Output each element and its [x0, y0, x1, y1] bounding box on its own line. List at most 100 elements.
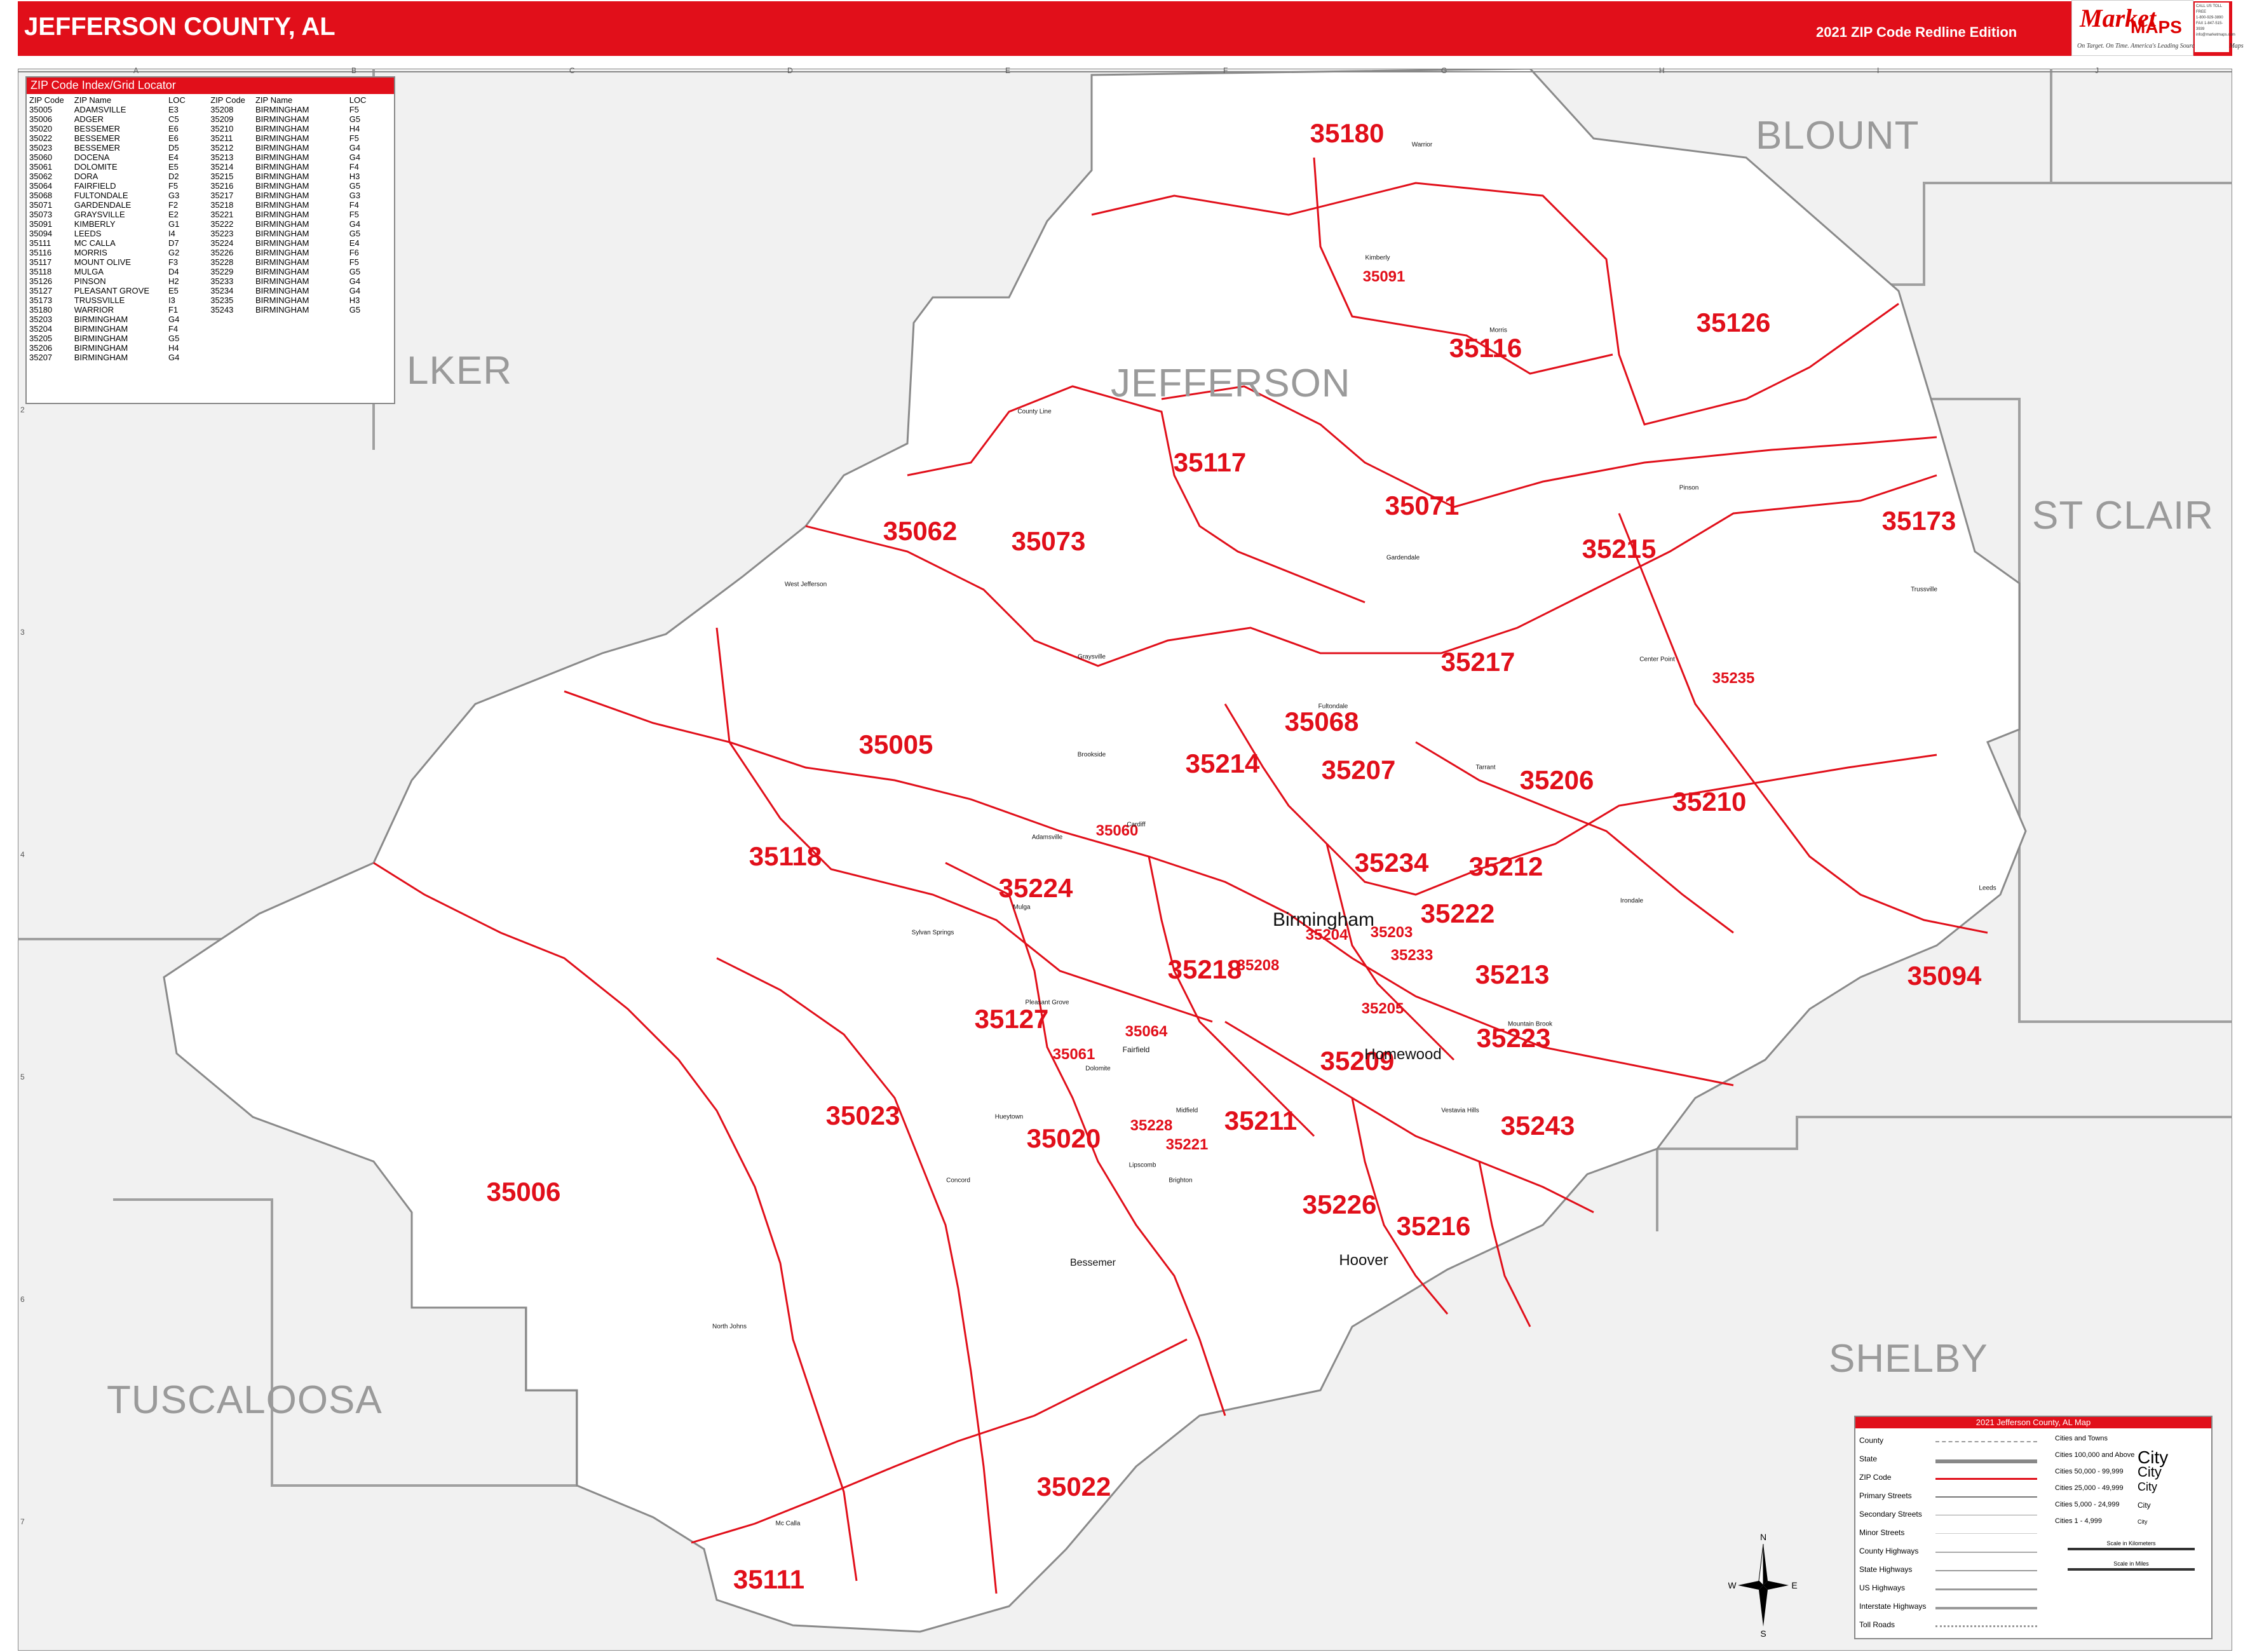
zip-label: 35205	[1361, 1000, 1404, 1017]
county-label-jefferson: JEFFERSON	[1111, 362, 1351, 405]
city-label: Pleasant Grove	[1025, 999, 1069, 1006]
zip-label: 35005	[858, 729, 933, 759]
zip-index-cell: 35061	[29, 162, 53, 172]
legend-swatch	[1935, 1459, 2037, 1463]
legend-city-classes: Cities and Towns Cities 100,000 and Abov…	[2055, 1431, 2207, 1571]
zip-label: 35126	[1696, 308, 1771, 337]
zip-index-cell: F4	[349, 162, 359, 172]
zip-index-cell: D7	[168, 238, 179, 248]
zip-index-cell: BIRMINGHAM	[255, 248, 309, 257]
grid-row-label: 6	[20, 1295, 25, 1304]
zip-label: 35061	[1052, 1046, 1095, 1063]
zip-index-cell: 35203	[29, 315, 53, 324]
col-header: LOC	[349, 95, 367, 105]
zip-index-cell: BIRMINGHAM	[255, 124, 309, 133]
zip-index-cell: 35094	[29, 229, 53, 238]
zip-index-cell: F5	[349, 133, 359, 143]
zip-index-cell: F1	[168, 305, 179, 315]
zip-index-cell: LEEDS	[74, 229, 102, 238]
zip-index-cell: BIRMINGHAM	[74, 353, 128, 362]
zip-index-panel: ZIP Code Index/Grid Locator ZIP Code ZIP…	[25, 76, 395, 404]
zip-index-cell: 35071	[29, 200, 53, 210]
zip-label: 35111	[733, 1564, 805, 1594]
zip-index-cell: D4	[168, 267, 179, 276]
compass-s: S	[1760, 1628, 1766, 1639]
city-label: Brookside	[1077, 751, 1106, 759]
legend-label: Cities and Towns	[2055, 1435, 2108, 1442]
zip-label: 35208	[1237, 957, 1280, 974]
zip-index-cell: BIRMINGHAM	[255, 152, 309, 162]
legend-swatch	[1935, 1607, 2037, 1609]
zip-index-cell: BIRMINGHAM	[255, 257, 309, 267]
zip-index-cell: 35060	[29, 152, 53, 162]
legend-label: Interstate Highways	[1859, 1602, 1927, 1611]
zip-index-cell: 35223	[210, 229, 234, 238]
zip-label: 35064	[1125, 1023, 1168, 1040]
zip-index-row: 35062 DORA D2 35215 BIRMINGHAM H3	[29, 172, 391, 181]
zip-index-cell: 35023	[29, 143, 53, 152]
scale-mi-label: Scale in Miles	[2113, 1561, 2149, 1567]
zip-index-cell: TRUSSVILLE	[74, 295, 125, 305]
zip-index-cell: F6	[349, 248, 359, 257]
city-label-homewood: Homewood	[1364, 1046, 1442, 1063]
zip-index-cell: 35020	[29, 124, 53, 133]
zip-index-cell: KIMBERLY	[74, 219, 116, 229]
city-label: Trussville	[1911, 586, 1937, 593]
zip-index-cell: E6	[168, 124, 179, 133]
zip-index-cell: G4	[349, 276, 361, 286]
zip-index-cell: F2	[168, 200, 179, 210]
compass-rose-icon: N S E W	[1728, 1532, 1798, 1639]
city-label: Mountain Brook	[1507, 1020, 1553, 1028]
zip-index-cell: BIRMINGHAM	[255, 267, 309, 276]
zip-index-row: 35126 PINSON H2 35233 BIRMINGHAM G4	[29, 276, 391, 286]
zip-label: 35071	[1385, 491, 1460, 520]
zip-index-cell: BIRMINGHAM	[255, 238, 309, 248]
grid-row-label: 7	[20, 1517, 25, 1526]
zip-label: 35228	[1130, 1117, 1173, 1134]
legend-row: US Highways	[1859, 1578, 2050, 1597]
zip-index-cell: 35073	[29, 210, 53, 219]
zip-label: 35180	[1310, 118, 1385, 148]
legend-row: State Highways	[1859, 1560, 2050, 1578]
col-header: LOC	[168, 95, 186, 105]
legend-city-sample: City	[2138, 1519, 2148, 1525]
zip-label: 35206	[1519, 765, 1594, 795]
zip-label: 35023	[825, 1100, 900, 1130]
city-label: North Johns	[712, 1323, 747, 1330]
col-header: ZIP Name	[74, 95, 112, 105]
legend-label: Toll Roads	[1859, 1620, 1895, 1629]
zip-index-cell: 35118	[29, 267, 52, 276]
zip-index-cell: H3	[349, 295, 360, 305]
grid-row-label: 5	[20, 1073, 25, 1081]
zip-index-cell: 35213	[210, 152, 234, 162]
legend-city-sample: City	[2138, 1464, 2162, 1480]
zip-index-cell: BIRMINGHAM	[74, 334, 128, 343]
city-label: County Line	[1017, 408, 1052, 416]
zip-index-cell: G5	[349, 267, 361, 276]
legend-swatch	[1935, 1478, 2037, 1480]
zip-index-table: ZIP Code ZIP Name LOC ZIP Code ZIP Name …	[29, 95, 391, 362]
zip-index-row: 35022 BESSEMER E6 35211 BIRMINGHAM F5	[29, 133, 391, 143]
zip-index-cell: BIRMINGHAM	[255, 200, 309, 210]
market-maps-logo[interactable]: Market MAPS On Target. On Time. America'…	[2071, 0, 2244, 56]
zip-index-cell: 35221	[210, 210, 234, 219]
zip-index-cell: 35116	[29, 248, 52, 257]
zip-label: 35203	[1370, 924, 1413, 941]
zip-index-cell	[210, 334, 255, 343]
zip-index-cell: ADGER	[74, 114, 104, 124]
zip-index-cell: 35210	[210, 124, 234, 133]
zip-index-cell: G1	[168, 219, 180, 229]
compass-n: N	[1760, 1532, 1766, 1542]
city-label: Dolomite	[1085, 1065, 1111, 1073]
city-label: Mc Calla	[775, 1520, 801, 1527]
zip-index-cell: 35214	[210, 162, 234, 172]
grid-col-label: C	[569, 66, 575, 75]
city-label: Leeds	[1979, 884, 1996, 892]
zip-index-cell: E4	[168, 152, 179, 162]
zip-index-row: 35127 PLEASANT GROVE E5 35234 BIRMINGHAM G4	[29, 286, 391, 295]
zip-index-cell: FULTONDALE	[74, 191, 128, 200]
zip-index-cell	[255, 343, 349, 353]
zip-index-cell: BIRMINGHAM	[255, 276, 309, 286]
legend-label: ZIP Code	[1859, 1473, 1892, 1482]
legend-label: Cities 100,000 and Above	[2055, 1451, 2135, 1459]
